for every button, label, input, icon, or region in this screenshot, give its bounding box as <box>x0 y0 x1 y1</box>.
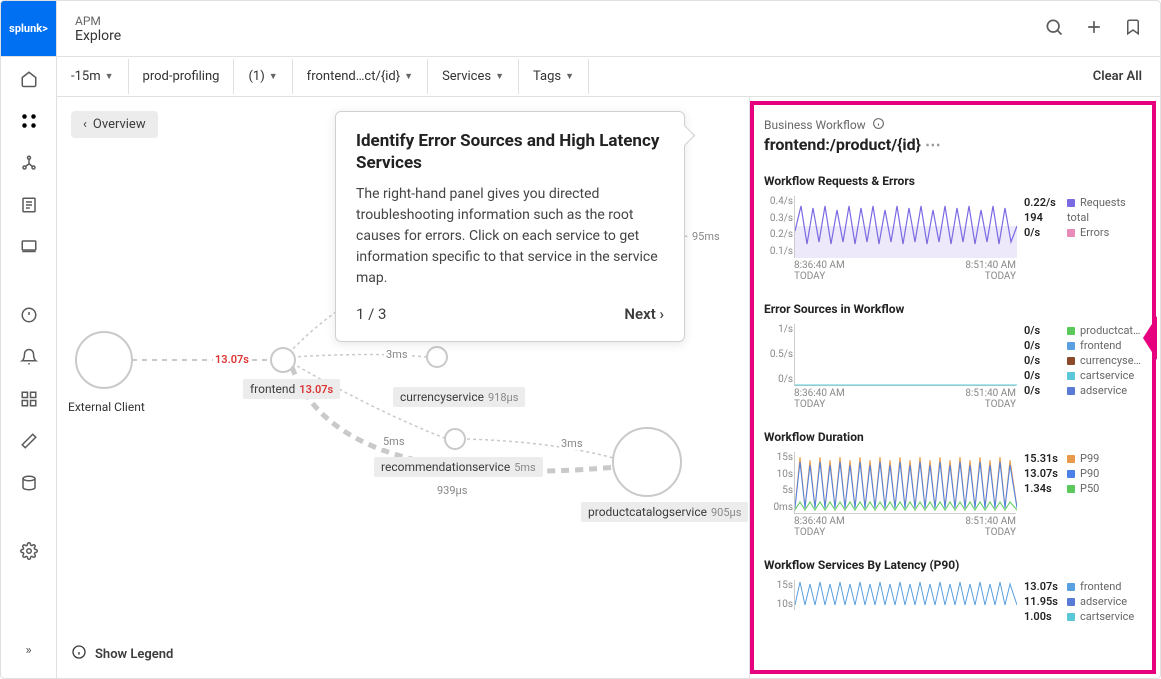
clear-all-button[interactable]: Clear All <box>1075 59 1160 94</box>
splunk-logo[interactable]: splunk> <box>1 1 56 57</box>
infra-icon[interactable] <box>17 151 41 175</box>
edge-frontend-currency: 3ms <box>384 348 410 361</box>
add-icon[interactable] <box>1084 17 1104 41</box>
section-title: Workflow Services By Latency (P90) <box>764 558 1142 572</box>
settings-icon[interactable] <box>17 539 41 563</box>
chart-error-sources[interactable]: 1/s 0.5/s 0/s <box>794 324 1016 386</box>
edge-ext-frontend: 13.07s <box>213 353 251 366</box>
overview-label: Overview <box>93 117 146 132</box>
section-requests: Workflow Requests & Errors 0.4/s 0.3/s 0… <box>764 174 1142 282</box>
section-duration: Workflow Duration 15s 10s 5s 0ms <box>764 430 1142 538</box>
chart-latency[interactable]: 15s 10s <box>794 580 1016 610</box>
bookmark-icon[interactable] <box>1124 18 1142 40</box>
edge-recommendation-product: 3ms <box>559 437 585 450</box>
apm-icon[interactable] <box>17 109 41 133</box>
expand-sidebar-icon[interactable]: » <box>17 638 41 662</box>
popup-step: 1 / 3 <box>356 305 387 323</box>
filter-bar: -15m▼ prod-profiling (1)▼ frontend…ct/{i… <box>57 57 1160 97</box>
edge-frontend-recommendation: 5ms <box>381 435 407 448</box>
section-latency: Workflow Services By Latency (P90) 15s 1… <box>764 558 1142 625</box>
details-panel: Business Workflow frontend:/product/{id}… <box>750 101 1156 674</box>
section-title: Error Sources in Workflow <box>764 302 1142 316</box>
dashboards-icon[interactable] <box>17 387 41 411</box>
panel-title: frontend:/product/{id} ⋯ <box>764 135 1142 154</box>
filter-count[interactable]: (1)▼ <box>234 59 292 94</box>
popup-body: The right-hand panel gives you directed … <box>356 184 664 289</box>
onboarding-popup: Identify Error Sources and High Latency … <box>335 111 685 342</box>
filter-tags[interactable]: Tags▼ <box>519 59 589 94</box>
info-icon[interactable] <box>872 117 885 133</box>
service-map-canvas[interactable]: ‹ Overview <box>57 97 750 678</box>
info-icon <box>71 644 87 664</box>
panel-header-label: Business Workflow <box>764 117 1142 133</box>
edge-frontend-product: 939µs <box>435 484 469 497</box>
page-title: Explore <box>75 28 121 44</box>
node-recommendationservice[interactable]: recommendationservice 5ms <box>374 457 543 477</box>
filter-environment[interactable]: prod-profiling <box>129 59 235 94</box>
node-frontend[interactable]: frontend 13.07s <box>243 379 340 399</box>
alert-icon[interactable] <box>17 303 41 327</box>
home-icon[interactable] <box>17 67 41 91</box>
legend-error-sources: 0/sproductcat… 0/sfrontend 0/scurrencyse… <box>1024 324 1142 410</box>
header-section: APM <box>75 14 121 28</box>
legend-requests: 0.22/sRequests 194total 0/sErrors <box>1024 196 1142 282</box>
show-legend-label: Show Legend <box>95 647 173 662</box>
chart-requests[interactable]: 0.4/s 0.3/s 0.2/s 0.1/s <box>794 196 1016 258</box>
search-icon[interactable] <box>1044 17 1064 41</box>
section-title: Workflow Requests & Errors <box>764 174 1142 188</box>
node-currencyservice[interactable]: currencyservice 918µs <box>393 387 525 407</box>
popup-title: Identify Error Sources and High Latency … <box>356 130 664 174</box>
filter-timerange[interactable]: -15m▼ <box>57 59 129 94</box>
popup-next-button[interactable]: Next › <box>624 305 664 323</box>
chart-duration[interactable]: 15s 10s 5s 0ms <box>794 452 1016 514</box>
bell-icon[interactable] <box>17 345 41 369</box>
ruler-icon[interactable] <box>17 429 41 453</box>
rum-icon[interactable] <box>17 235 41 259</box>
overview-button[interactable]: ‹ Overview <box>71 111 158 138</box>
sidebar-left: splunk> » <box>1 1 57 678</box>
legend-latency: 13.07sfrontend 11.95sadservice 1.00scart… <box>1024 580 1142 625</box>
chevron-left-icon: ‹ <box>83 117 87 132</box>
edge-frontend-top: 95ms <box>690 230 722 243</box>
filter-services[interactable]: Services▼ <box>428 59 519 94</box>
node-productcatalogservice[interactable]: productcatalogservice 905µs <box>581 502 748 522</box>
header: APM Explore <box>57 1 1160 57</box>
filter-workflow[interactable]: frontend…ct/{id}▼ <box>293 59 428 94</box>
database-icon[interactable] <box>17 471 41 495</box>
show-legend-button[interactable]: Show Legend <box>71 644 173 664</box>
external-client-label: External Client <box>68 400 145 414</box>
logs-icon[interactable] <box>17 193 41 217</box>
section-error-sources: Error Sources in Workflow 1/s 0.5/s 0/s <box>764 302 1142 410</box>
section-title: Workflow Duration <box>764 430 1142 444</box>
legend-duration: 15.31sP99 13.07sP90 1.34sP50 <box>1024 452 1142 538</box>
